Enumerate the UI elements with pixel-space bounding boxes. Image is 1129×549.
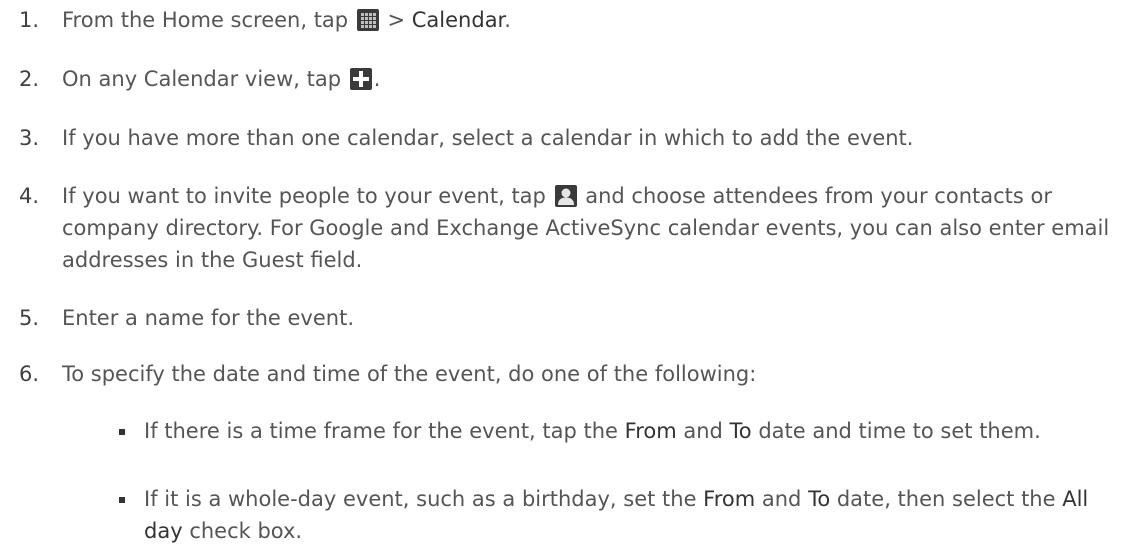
step-number: 5. (19, 306, 40, 330)
bullet-text-part: date and time to set them. (751, 419, 1041, 443)
step-number: 3. (19, 126, 40, 150)
step-text-part: On any Calendar view, tap (62, 67, 348, 91)
apps-grid-icon (356, 9, 379, 31)
step-text-part: From the Home screen, tap (62, 8, 355, 32)
step-text-part: . (373, 67, 381, 91)
step-text: If you have more than one calendar, sele… (62, 126, 914, 150)
bullet-text-part: and (676, 419, 730, 443)
step-text: To specify the date and time of the even… (62, 362, 757, 386)
step-text: From the Home screen, tap > Calendar. (62, 4, 1121, 36)
bullet-marker (119, 497, 125, 503)
bullet-text: If there is a time frame for the event, … (144, 415, 1121, 447)
step-text-part: > (380, 8, 412, 32)
to-label: To (729, 419, 752, 443)
bullet-text-part: and (755, 487, 809, 511)
step-5: 5. Enter a name for the event. (0, 302, 1129, 334)
step-6: 6. To specify the date and time of the e… (0, 358, 1129, 390)
bullet-text: If it is a whole-day event, such as a bi… (144, 483, 1121, 547)
step-number: 1. (19, 8, 40, 32)
step-3: 3. If you have more than one calendar, s… (0, 122, 1129, 154)
contact-person-icon (554, 185, 577, 207)
add-plus-icon (349, 68, 372, 90)
step-number: 6. (19, 362, 40, 386)
step-text: On any Calendar view, tap . (62, 63, 1121, 95)
step-text: If you want to invite people to your eve… (62, 180, 1121, 276)
to-label: To (808, 487, 831, 511)
bullet-text-part: If there is a time frame for the event, … (144, 419, 625, 443)
step-2: 2. On any Calendar view, tap . (0, 63, 1129, 95)
bullet-text-part: If it is a whole-day event, such as a bi… (144, 487, 704, 511)
calendar-label: Calendar (411, 8, 505, 32)
bullet-text-part: date, then select the (830, 487, 1063, 511)
bullet-item-2: If it is a whole-day event, such as a bi… (0, 483, 1129, 547)
from-label: From (703, 487, 756, 511)
step-4: 4. If you want to invite people to your … (0, 180, 1129, 276)
step-number: 4. (19, 184, 40, 208)
step-text-part: . (504, 8, 511, 32)
bullet-text-part: check box. (182, 519, 303, 543)
step-number: 2. (19, 67, 40, 91)
from-label: From (624, 419, 677, 443)
step-1: 1. From the Home screen, tap > Calendar. (0, 4, 1129, 36)
step-text-part: If you want to invite people to your eve… (62, 184, 553, 208)
step-text: Enter a name for the event. (62, 306, 354, 330)
bullet-marker (119, 429, 125, 435)
bullet-item-1: If there is a time frame for the event, … (0, 415, 1129, 479)
